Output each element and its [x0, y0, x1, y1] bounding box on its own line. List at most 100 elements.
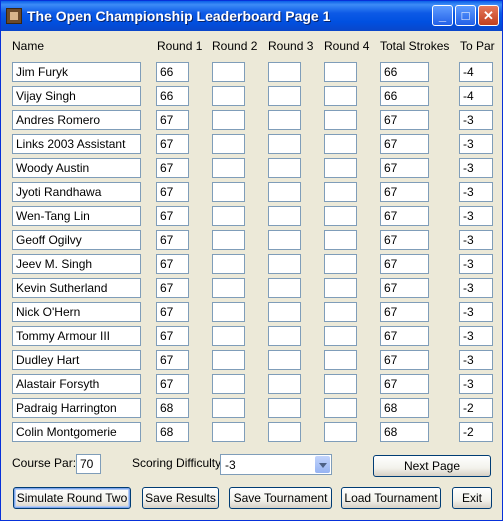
- total-strokes-field[interactable]: 67: [380, 158, 429, 178]
- round4-score-field[interactable]: [324, 134, 357, 154]
- to-par-field[interactable]: -3: [459, 182, 493, 202]
- round1-score-field[interactable]: 67: [156, 230, 189, 250]
- round1-score-field[interactable]: 67: [156, 350, 189, 370]
- round4-score-field[interactable]: [324, 182, 357, 202]
- round4-score-field[interactable]: [324, 158, 357, 178]
- round2-score-field[interactable]: [212, 326, 245, 346]
- to-par-field[interactable]: -3: [459, 254, 493, 274]
- round2-score-field[interactable]: [212, 86, 245, 106]
- round1-score-field[interactable]: 66: [156, 86, 189, 106]
- round2-score-field[interactable]: [212, 302, 245, 322]
- round2-score-field[interactable]: [212, 254, 245, 274]
- round3-score-field[interactable]: [268, 326, 301, 346]
- to-par-field[interactable]: -4: [459, 62, 493, 82]
- round4-score-field[interactable]: [324, 62, 357, 82]
- round3-score-field[interactable]: [268, 398, 301, 418]
- player-name-field[interactable]: Vijay Singh: [12, 86, 141, 106]
- round2-score-field[interactable]: [212, 158, 245, 178]
- total-strokes-field[interactable]: 68: [380, 422, 429, 442]
- to-par-field[interactable]: -3: [459, 134, 493, 154]
- round2-score-field[interactable]: [212, 278, 245, 298]
- round3-score-field[interactable]: [268, 374, 301, 394]
- player-name-field[interactable]: Nick O'Hern: [12, 302, 141, 322]
- round4-score-field[interactable]: [324, 110, 357, 130]
- round3-score-field[interactable]: [268, 350, 301, 370]
- round3-score-field[interactable]: [268, 182, 301, 202]
- close-button[interactable]: ✕: [478, 5, 499, 26]
- total-strokes-field[interactable]: 67: [380, 230, 429, 250]
- total-strokes-field[interactable]: 67: [380, 278, 429, 298]
- round1-score-field[interactable]: 67: [156, 254, 189, 274]
- round2-score-field[interactable]: [212, 398, 245, 418]
- round3-score-field[interactable]: [268, 134, 301, 154]
- total-strokes-field[interactable]: 67: [380, 110, 429, 130]
- minimize-button[interactable]: _: [432, 5, 453, 26]
- total-strokes-field[interactable]: 67: [380, 326, 429, 346]
- load-tournament-button[interactable]: Load Tournament: [341, 487, 441, 509]
- to-par-field[interactable]: -3: [459, 230, 493, 250]
- round2-score-field[interactable]: [212, 230, 245, 250]
- round2-score-field[interactable]: [212, 182, 245, 202]
- player-name-field[interactable]: Wen-Tang Lin: [12, 206, 141, 226]
- total-strokes-field[interactable]: 67: [380, 374, 429, 394]
- round1-score-field[interactable]: 66: [156, 62, 189, 82]
- round3-score-field[interactable]: [268, 278, 301, 298]
- player-name-field[interactable]: Kevin Sutherland: [12, 278, 141, 298]
- round4-score-field[interactable]: [324, 398, 357, 418]
- round2-score-field[interactable]: [212, 62, 245, 82]
- round2-score-field[interactable]: [212, 110, 245, 130]
- to-par-field[interactable]: -3: [459, 158, 493, 178]
- scoring-difficulty-select[interactable]: -3: [220, 454, 332, 475]
- round3-score-field[interactable]: [268, 230, 301, 250]
- total-strokes-field[interactable]: 67: [380, 134, 429, 154]
- total-strokes-field[interactable]: 66: [380, 62, 429, 82]
- player-name-field[interactable]: Tommy Armour III: [12, 326, 141, 346]
- round1-score-field[interactable]: 67: [156, 374, 189, 394]
- course-par-field[interactable]: 70: [76, 454, 101, 474]
- to-par-field[interactable]: -3: [459, 326, 493, 346]
- round3-score-field[interactable]: [268, 62, 301, 82]
- player-name-field[interactable]: Dudley Hart: [12, 350, 141, 370]
- to-par-field[interactable]: -3: [459, 110, 493, 130]
- to-par-field[interactable]: -3: [459, 350, 493, 370]
- round1-score-field[interactable]: 68: [156, 398, 189, 418]
- round4-score-field[interactable]: [324, 278, 357, 298]
- round4-score-field[interactable]: [324, 86, 357, 106]
- player-name-field[interactable]: Jeev M. Singh: [12, 254, 141, 274]
- round4-score-field[interactable]: [324, 374, 357, 394]
- total-strokes-field[interactable]: 67: [380, 182, 429, 202]
- round3-score-field[interactable]: [268, 254, 301, 274]
- round1-score-field[interactable]: 67: [156, 206, 189, 226]
- round4-score-field[interactable]: [324, 230, 357, 250]
- total-strokes-field[interactable]: 68: [380, 398, 429, 418]
- player-name-field[interactable]: Woody Austin: [12, 158, 141, 178]
- round1-score-field[interactable]: 67: [156, 134, 189, 154]
- simulate-round-button[interactable]: Simulate Round Two: [13, 487, 131, 509]
- round2-score-field[interactable]: [212, 350, 245, 370]
- round2-score-field[interactable]: [212, 134, 245, 154]
- round4-score-field[interactable]: [324, 326, 357, 346]
- exit-button[interactable]: Exit: [452, 487, 492, 509]
- round1-score-field[interactable]: 67: [156, 110, 189, 130]
- round1-score-field[interactable]: 67: [156, 278, 189, 298]
- round1-score-field[interactable]: 67: [156, 326, 189, 346]
- round4-score-field[interactable]: [324, 302, 357, 322]
- round4-score-field[interactable]: [324, 206, 357, 226]
- dropdown-arrow-icon[interactable]: [315, 456, 330, 473]
- to-par-field[interactable]: -4: [459, 86, 493, 106]
- player-name-field[interactable]: Links 2003 Assistant: [12, 134, 141, 154]
- save-results-button[interactable]: Save Results: [142, 487, 219, 509]
- next-page-button[interactable]: Next Page: [373, 455, 491, 477]
- total-strokes-field[interactable]: 67: [380, 206, 429, 226]
- round1-score-field[interactable]: 67: [156, 182, 189, 202]
- round3-score-field[interactable]: [268, 422, 301, 442]
- round3-score-field[interactable]: [268, 302, 301, 322]
- player-name-field[interactable]: Andres Romero: [12, 110, 141, 130]
- maximize-button[interactable]: □: [455, 5, 476, 26]
- round4-score-field[interactable]: [324, 350, 357, 370]
- to-par-field[interactable]: -2: [459, 398, 493, 418]
- to-par-field[interactable]: -2: [459, 422, 493, 442]
- round3-score-field[interactable]: [268, 86, 301, 106]
- to-par-field[interactable]: -3: [459, 206, 493, 226]
- round4-score-field[interactable]: [324, 254, 357, 274]
